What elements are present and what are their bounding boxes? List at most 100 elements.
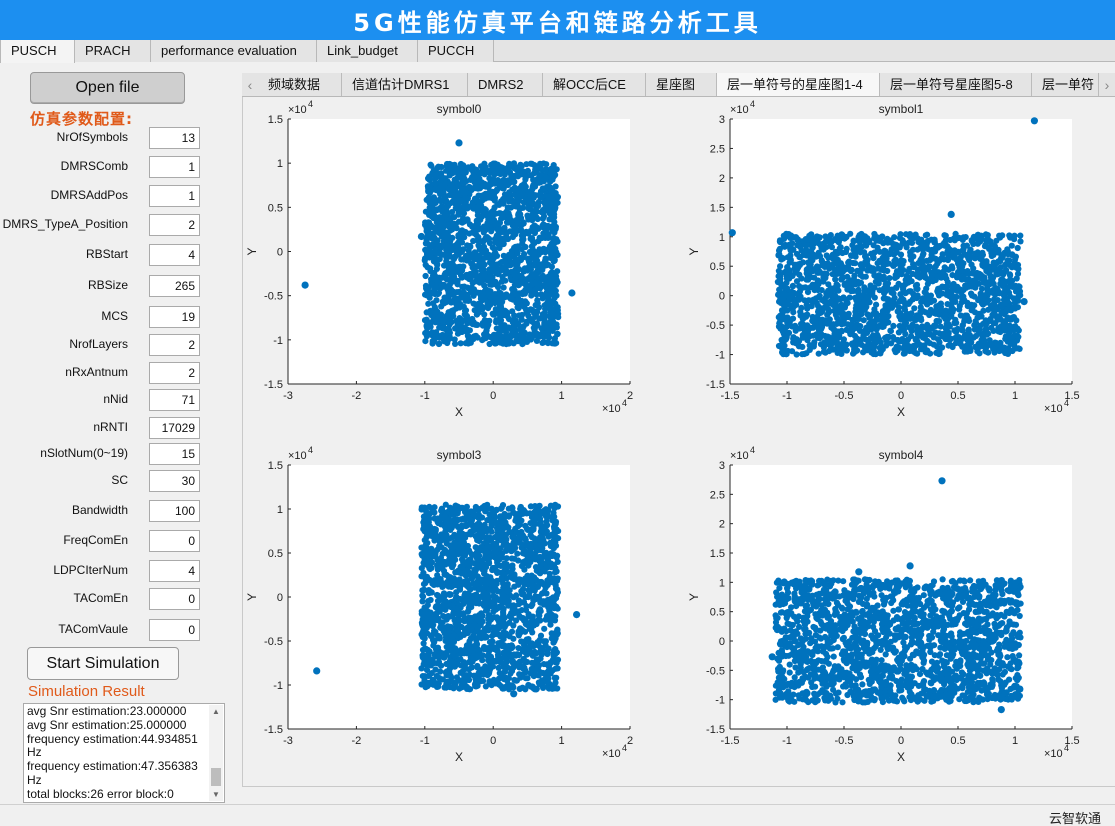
nslotnum-field[interactable]: 15 [149,443,200,465]
data-point [936,348,943,355]
data-point [509,227,516,234]
ldpciternum-field[interactable]: 4 [149,560,200,582]
data-point [451,161,458,168]
data-point [805,276,812,283]
y-tick-label: 0.5 [710,261,725,273]
mcs-field[interactable]: 19 [149,306,200,328]
data-point [519,340,526,347]
dmrscomb-field[interactable]: 1 [149,156,200,178]
nnid-field[interactable]: 71 [149,389,200,411]
tab-frequency-data[interactable]: 频域数据 [258,73,342,96]
tab-layer1-symbol-constellation-5-8[interactable]: 层一单符号星座图5-8 [880,73,1032,96]
x-exponent-label: ×10 [602,748,621,760]
tab-scroll-right-icon[interactable]: › [1099,73,1115,96]
data-point [976,350,983,357]
data-point [891,257,898,264]
data-point [1009,347,1016,355]
data-point [820,344,828,351]
result-textarea[interactable]: avg Snr estimation:23.000000 avg Snr est… [23,703,225,803]
data-point [937,302,944,309]
bandwidth-field[interactable]: 100 [149,500,200,522]
scroll-up-arrow-icon[interactable]: ▲ [212,707,220,716]
sc-field[interactable]: 30 [149,470,200,492]
data-point [996,232,1003,239]
data-point [422,338,429,345]
data-point [868,267,875,274]
data-point [896,313,903,320]
tab-constellation[interactable]: 星座图 [646,73,717,96]
tab-prach[interactable]: PRACH [75,40,151,62]
tab-layer1-symbol-more[interactable]: 层一单符 [1032,73,1099,96]
data-point [950,250,958,257]
data-point [548,165,555,172]
data-point [545,645,552,652]
data-point [979,249,986,256]
tacomen-field[interactable]: 0 [149,588,200,610]
data-point [508,251,515,258]
nrofsymbols-field[interactable]: 13 [149,127,200,149]
data-point [931,265,938,272]
data-point [537,246,544,253]
data-point [841,344,848,351]
data-point [802,242,809,249]
tacomvaule-field[interactable]: 0 [149,619,200,641]
start-simulation-button[interactable]: Start Simulation [27,647,179,680]
x-tick-label: -1 [420,735,430,747]
data-point [464,242,471,249]
dmrs-typea-position-field[interactable]: 2 [149,214,200,236]
data-point [466,184,473,191]
scroll-thumb[interactable] [211,768,221,786]
data-point [554,304,561,311]
nrxantnum-field[interactable]: 2 [149,362,200,384]
data-point [787,234,794,241]
tab-ce-after-occ[interactable]: 解OCC后CE [543,73,646,96]
tab-pusch[interactable]: PUSCH [0,40,75,63]
rbsize-field[interactable]: 265 [149,275,200,297]
data-point [833,320,840,327]
data-point [861,259,869,266]
nrnti-field[interactable]: 17029 [149,417,200,439]
data-point [521,251,528,258]
data-point [966,256,973,263]
tab-channel-estimation-dmrs1[interactable]: 信道估计DMRS1 [342,73,468,96]
open-file-button[interactable]: Open file [30,72,185,104]
data-point [788,288,795,295]
data-point [847,230,854,237]
data-point [849,340,856,347]
data-point [542,255,549,262]
data-point [789,315,797,322]
data-point [513,216,520,224]
data-point [520,236,527,243]
data-point [963,312,971,319]
tab-layer1-symbol-constellation-1-4[interactable]: 层一单符号的星座图1-4 [717,73,880,96]
tab-link-budget[interactable]: Link_budget [317,40,418,62]
tab-scroll-left-icon[interactable]: ‹ [242,73,258,96]
tab-performance-evaluation[interactable]: performance evaluation [151,40,317,62]
data-point [978,285,986,292]
y-tick-label: -1.5 [264,724,283,736]
data-point [855,280,862,287]
tab-pucch[interactable]: PUCCH [418,40,494,62]
data-point [491,194,498,202]
data-point [791,299,798,306]
data-point [551,229,558,236]
freqcomen-field[interactable]: 0 [149,530,200,552]
rbstart-field[interactable]: 4 [149,244,200,266]
data-point [496,289,503,296]
y-tick-label: 1 [277,158,283,170]
data-point [854,300,862,307]
dmrsaddpos-field[interactable]: 1 [149,185,200,207]
tab-dmrs2[interactable]: DMRS2 [468,73,543,96]
data-point [544,340,552,347]
data-point [443,299,450,306]
nroflayers-field[interactable]: 2 [149,334,200,356]
scroll-down-arrow-icon[interactable]: ▼ [212,790,220,799]
data-point [470,170,477,177]
param-row: TAComEn 0 [0,588,210,610]
param-row: nRxAntnum 2 [0,362,210,384]
data-point [537,160,544,167]
data-point [910,264,917,271]
result-scrollbar[interactable]: ▲ ▼ [209,705,223,801]
data-point [476,259,483,266]
param-row: nNid 71 [0,389,210,411]
